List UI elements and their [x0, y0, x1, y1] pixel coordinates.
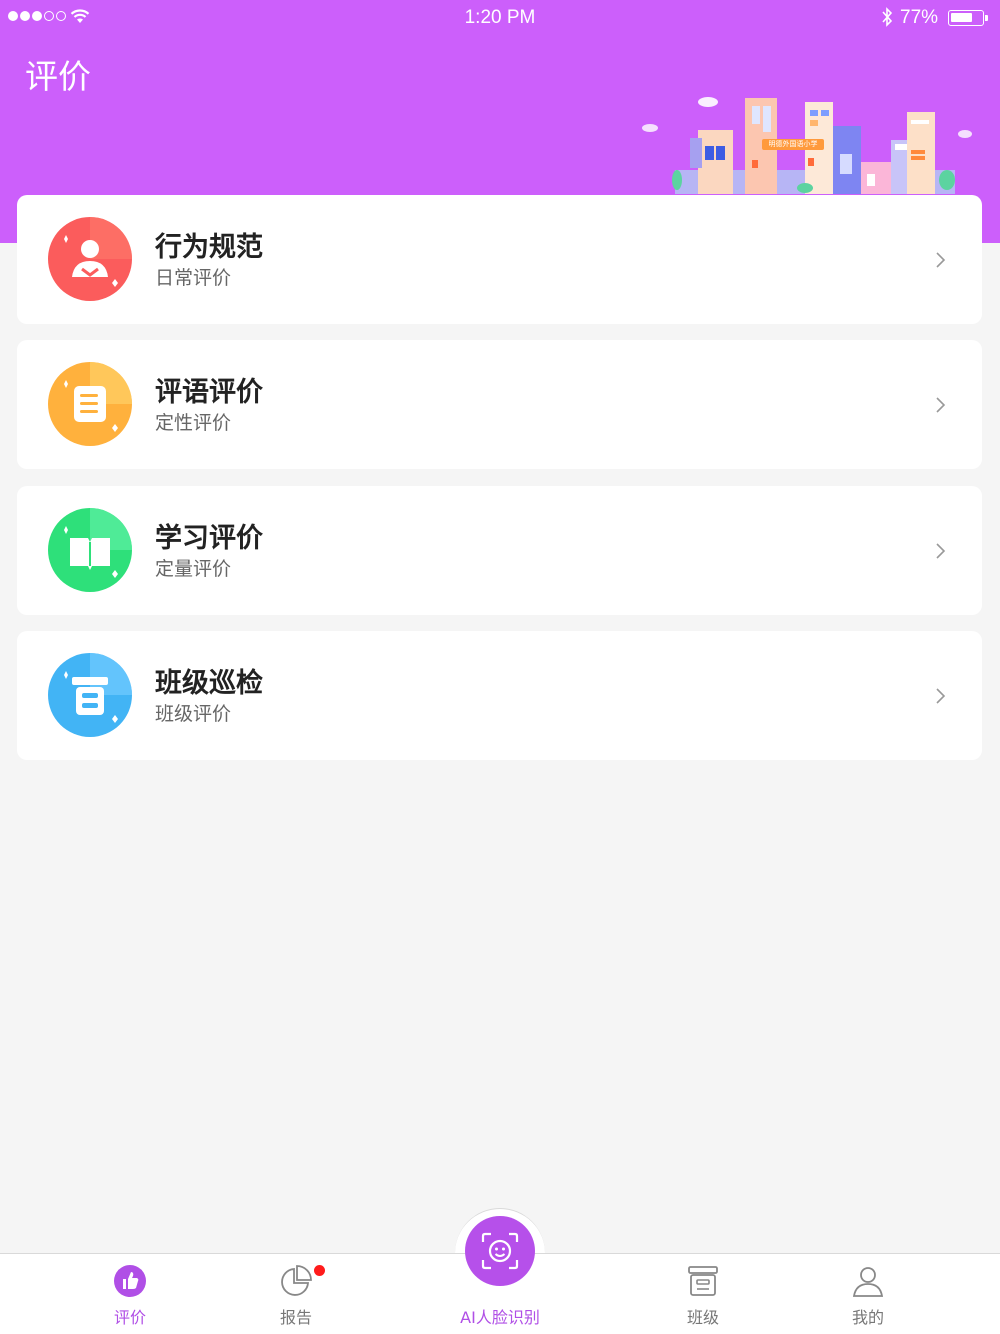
- face-scan-icon: [481, 1232, 519, 1270]
- battery-percentage: 77%: [900, 7, 939, 28]
- tab-label: 评价: [113, 1308, 146, 1327]
- tab-label: AI人脸识别: [460, 1308, 540, 1327]
- notification-badge: [314, 1265, 325, 1276]
- card-title: 评语评价: [155, 377, 263, 408]
- card-subtitle: 定性评价: [155, 412, 232, 434]
- card-title: 行为规范: [155, 232, 263, 263]
- tab-label: 报告: [279, 1308, 312, 1327]
- battery-icon: [948, 10, 988, 26]
- document-icon: [48, 362, 132, 446]
- thumbs-up-icon: [114, 1265, 146, 1297]
- status-bar: 1:20 PM 77%: [0, 0, 1000, 36]
- tab-evaluation[interactable]: 评价: [80, 1254, 180, 1334]
- school-sign: 明德外国语小学: [762, 139, 824, 150]
- card-behavior-norms[interactable]: 行为规范 日常评价: [17, 195, 982, 324]
- status-time: 1:20 PM: [464, 7, 536, 28]
- card-subtitle: 日常评价: [155, 267, 232, 289]
- chevron-right-icon: [936, 543, 946, 559]
- tab-report[interactable]: 报告: [246, 1254, 346, 1334]
- tab-class[interactable]: 班级: [653, 1254, 753, 1334]
- pie-chart-icon: [281, 1265, 312, 1296]
- card-class-inspection[interactable]: 班级巡检 班级评价: [17, 631, 982, 760]
- tab-label: 我的: [851, 1308, 884, 1327]
- page-title: 评价: [25, 57, 91, 96]
- user-icon: [852, 1267, 884, 1297]
- card-comment-evaluation[interactable]: 评语评价 定性评价: [17, 340, 982, 469]
- chevron-right-icon: [936, 688, 946, 704]
- tab-mine[interactable]: 我的: [818, 1254, 918, 1334]
- card-learning-evaluation[interactable]: 学习评价 定量评价: [17, 486, 982, 615]
- chevron-right-icon: [936, 397, 946, 413]
- card-subtitle: 定量评价: [155, 558, 232, 580]
- face-scan-button[interactable]: [465, 1216, 535, 1286]
- tab-label: 班级: [686, 1308, 719, 1327]
- bluetooth-icon: [882, 7, 893, 27]
- chevron-right-icon: [936, 252, 946, 268]
- classroom-icon: [48, 653, 132, 737]
- classroom-icon: [688, 1266, 718, 1296]
- card-title: 学习评价: [155, 523, 263, 554]
- person-icon: [48, 217, 132, 301]
- card-subtitle: 班级评价: [155, 703, 232, 725]
- book-icon: [48, 508, 132, 592]
- card-title: 班级巡检: [155, 668, 263, 699]
